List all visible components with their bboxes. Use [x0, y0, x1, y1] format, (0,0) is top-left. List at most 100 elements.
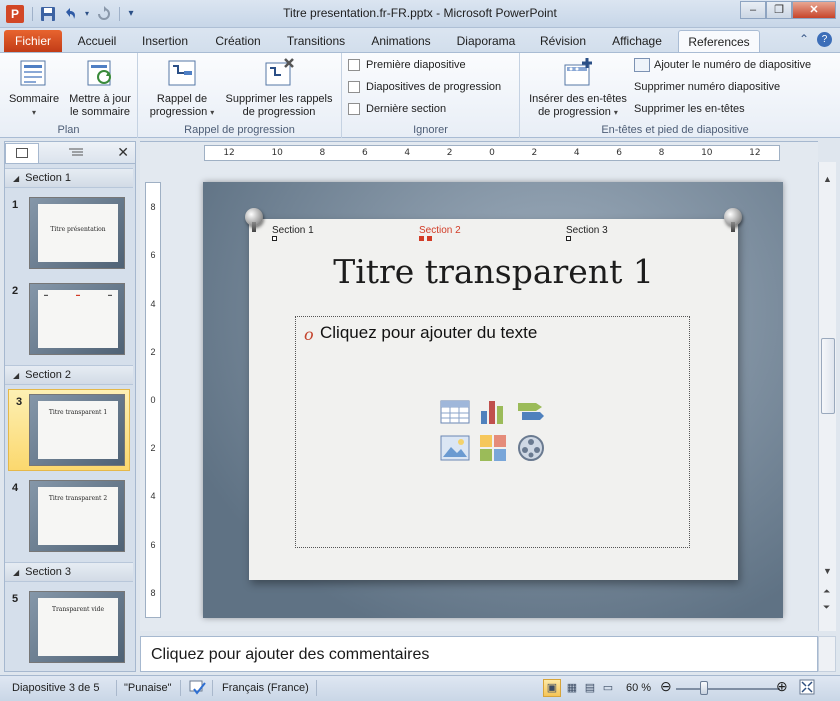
zoom-slider-knob[interactable]	[700, 681, 708, 695]
checkbox[interactable]	[348, 103, 360, 115]
vertical-scrollbar[interactable]: ▲ ▼ ⏶ ⏷	[818, 162, 836, 631]
vertical-ruler[interactable]: 8 6 4 2 0 2 4 6 8	[145, 182, 161, 618]
fit-to-window-icon[interactable]	[799, 679, 815, 698]
delete-progress-icon	[263, 57, 295, 89]
section-name: Section 2	[25, 369, 72, 381]
previous-slide-icon[interactable]: ⏶	[823, 586, 830, 597]
language-indicator[interactable]: Français (France)	[222, 682, 309, 694]
insert-picture-icon[interactable]	[440, 433, 470, 463]
spellcheck-icon[interactable]	[188, 679, 208, 700]
slide-number: 2	[12, 285, 19, 297]
tab-diaporama[interactable]: Diaporama	[450, 30, 522, 52]
section-header-1[interactable]: ◢ Section 1	[5, 168, 133, 188]
checkbox[interactable]	[348, 59, 360, 71]
zoom-level[interactable]: 60 %	[626, 682, 651, 694]
ruler-tick: 4	[150, 298, 156, 309]
tab-outline-view[interactable]	[59, 143, 93, 163]
checkbox-derniere-section[interactable]: Dernière section	[348, 103, 446, 115]
inserer-entetes-button[interactable]: Insérer des en-têtes de progression ▾	[524, 57, 632, 119]
slide-title[interactable]: Titre transparent 1	[249, 252, 738, 291]
theme-name: "Punaise"	[124, 682, 172, 694]
status-separator	[212, 680, 213, 696]
slide-sorter-view-icon[interactable]: ▦	[563, 679, 581, 697]
slide-section-label-1[interactable]: Section 1	[272, 225, 314, 236]
dropdown-arrow-icon: ▾	[31, 108, 36, 117]
checkbox-premiere-diapositive[interactable]: Première diapositive	[348, 59, 466, 71]
slide-thumbnail-4[interactable]: 4 Titre transparent 2	[5, 476, 133, 558]
insert-table-icon[interactable]	[440, 397, 470, 427]
horizontal-ruler[interactable]: 12 10 8 6 4 2 0 2 4 6 8 10 12	[204, 145, 780, 161]
content-placeholder[interactable]: o Cliquez pour ajouter du texte	[295, 316, 690, 548]
slide-section-label-2[interactable]: Section 2	[419, 225, 461, 236]
slide-thumbnail-2[interactable]: 2 ▬ ▬ ▬	[5, 279, 133, 361]
insert-smartart-icon[interactable]	[516, 397, 546, 427]
collapse-icon[interactable]: ◢	[13, 568, 19, 577]
insert-chart-icon[interactable]	[478, 397, 508, 427]
ajouter-numero-button[interactable]: Ajouter le numéro de diapositive	[634, 58, 811, 72]
supprimer-entetes-button[interactable]: Supprimer les en-têtes	[634, 103, 745, 115]
tab-slides-view[interactable]	[5, 142, 39, 163]
window-controls: – ❐ ✕	[740, 1, 836, 19]
tab-affichage[interactable]: Affichage	[604, 30, 670, 52]
rappel-progression-button[interactable]: Rappel de progression ▾	[146, 57, 218, 119]
checkbox-label: Première diapositive	[366, 59, 466, 71]
tab-transitions[interactable]: Transitions	[278, 30, 354, 52]
minimize-button[interactable]: –	[740, 1, 766, 19]
ruler-tick: 2	[150, 346, 156, 357]
normal-view-icon[interactable]: ▣	[543, 679, 561, 697]
tab-revision[interactable]: Révision	[530, 30, 596, 52]
section-marker-active	[419, 236, 424, 241]
close-panel-icon[interactable]: ✕	[117, 144, 129, 161]
slide-thumbnail-1[interactable]: 1 Titre présentation	[5, 193, 133, 275]
ruler-tick: 6	[150, 539, 156, 550]
status-separator	[116, 680, 117, 696]
section-header-3[interactable]: ◢ Section 3	[5, 562, 133, 582]
slide-preview: Titre transparent 2	[29, 480, 125, 552]
insert-clipart-icon[interactable]	[478, 433, 508, 463]
minimize-ribbon-icon[interactable]: ⌃	[799, 32, 809, 47]
slide-section-label-3[interactable]: Section 3	[566, 225, 608, 236]
section-header-2[interactable]: ◢ Section 2	[5, 365, 133, 385]
pushpin-icon	[245, 208, 263, 232]
tab-animations[interactable]: Animations	[362, 30, 440, 52]
ruler-tick: 2	[531, 148, 538, 158]
group-label-entetes: En-têtes et pied de diapositive	[601, 124, 749, 136]
update-summary-button[interactable]: Mettre à jour le sommaire	[64, 57, 136, 119]
collapse-icon[interactable]: ◢	[13, 174, 19, 183]
slide-thumbnail-3[interactable]: 3 Titre transparent 1	[8, 389, 130, 471]
zoom-slider[interactable]	[676, 688, 780, 690]
maximize-button[interactable]: ❐	[766, 1, 792, 19]
next-slide-icon[interactable]: ⏷	[823, 602, 830, 613]
tab-creation[interactable]: Création	[206, 30, 270, 52]
notes-pane[interactable]: Cliquez pour ajouter des commentaires	[140, 636, 818, 672]
sommaire-button[interactable]: Sommaire ▾	[6, 57, 62, 119]
collapse-icon[interactable]: ◢	[13, 371, 19, 380]
scroll-down-arrow-icon[interactable]: ▼	[823, 566, 832, 576]
ruler-tick: 6	[150, 250, 156, 261]
close-button[interactable]: ✕	[792, 1, 836, 19]
tab-accueil[interactable]: Accueil	[68, 30, 126, 52]
slideshow-view-icon[interactable]: ▭	[599, 679, 617, 697]
tab-references[interactable]: References	[678, 30, 760, 52]
supprimer-entetes-label: Supprimer les en-têtes	[634, 103, 745, 115]
supprimer-numero-button[interactable]: Supprimer numéro diapositive	[634, 81, 780, 93]
zoom-out-icon[interactable]: ⊖	[660, 678, 672, 695]
checkbox-label: Diapositives de progression	[366, 81, 502, 93]
tab-fichier[interactable]: Fichier	[4, 30, 62, 52]
scroll-up-arrow-icon[interactable]: ▲	[823, 174, 832, 184]
insert-media-icon[interactable]	[516, 433, 546, 463]
checkbox-diapositives-progression[interactable]: Diapositives de progression	[348, 81, 501, 93]
group-entetes: Insérer des en-têtes de progression ▾ Aj…	[520, 53, 830, 138]
panel-tabs: ✕	[5, 142, 135, 164]
tab-insertion[interactable]: Insertion	[132, 30, 198, 52]
ajouter-numero-label: Ajouter le numéro de diapositive	[654, 59, 812, 71]
notes-scrollbar[interactable]	[818, 636, 836, 672]
scrollbar-thumb[interactable]	[821, 338, 835, 414]
checkbox[interactable]	[348, 81, 360, 93]
reading-view-icon[interactable]: ▤	[581, 679, 599, 697]
help-icon[interactable]: ?	[817, 32, 832, 47]
slide-thumbnail-5[interactable]: 5 Transparent vide	[5, 587, 133, 667]
ruler-tick: 6	[361, 148, 368, 158]
supprimer-rappels-button[interactable]: Supprimer les rappels de progression	[220, 57, 338, 119]
zoom-in-icon[interactable]: ⊕	[776, 678, 788, 695]
